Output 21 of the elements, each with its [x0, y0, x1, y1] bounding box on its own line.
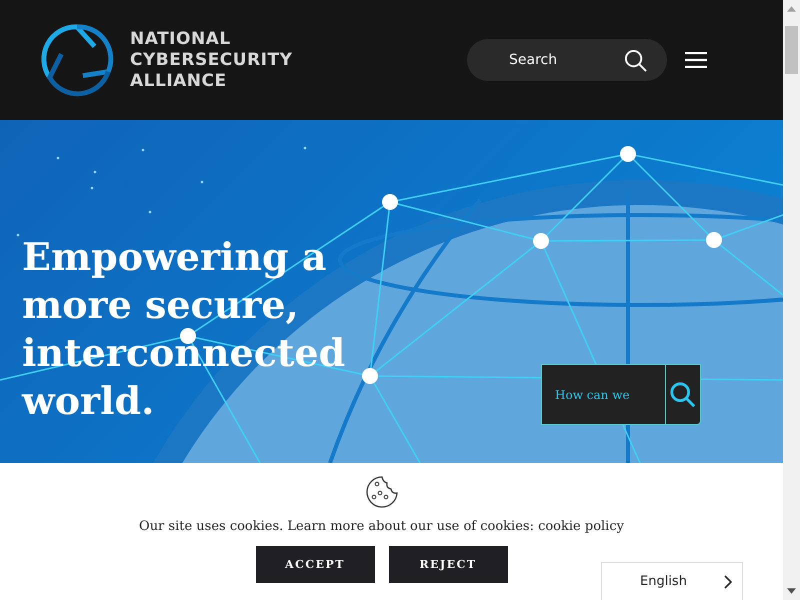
search-bar[interactable]: How can we: [541, 364, 701, 425]
menu-icon[interactable]: [685, 52, 707, 68]
hero-heading: Empowering a more secure, interconnected world.: [22, 233, 346, 425]
chevron-right-icon: [724, 574, 732, 588]
cookie-button[interactable]: REJECT: [388, 546, 508, 583]
search-icon: [669, 380, 697, 408]
logo-text: NATIONAL: [130, 28, 232, 50]
cookie-message: Our site uses cookies. Learn more about our use of cookies: cookie policy: [139, 519, 624, 534]
logo-text: ALLIANCE: [130, 70, 228, 92]
logo-text: CYBERSECURITY: [130, 50, 292, 70]
cookie-icon: [364, 475, 398, 509]
language-selector[interactable]: English: [601, 562, 743, 600]
scrollbar[interactable]: [783, 0, 800, 600]
scrollbar-thumb[interactable]: [785, 26, 798, 74]
cookie-button[interactable]: ACCEPT: [256, 546, 374, 583]
cookie-policy-link[interactable]: cookie policy: [538, 519, 624, 534]
search-field[interactable]: Search: [507, 51, 624, 69]
search-field[interactable]: How can we: [542, 365, 665, 424]
scroll-down-icon[interactable]: [787, 588, 796, 594]
search-icon[interactable]: [624, 48, 647, 72]
search-bar[interactable]: Search: [467, 39, 667, 81]
